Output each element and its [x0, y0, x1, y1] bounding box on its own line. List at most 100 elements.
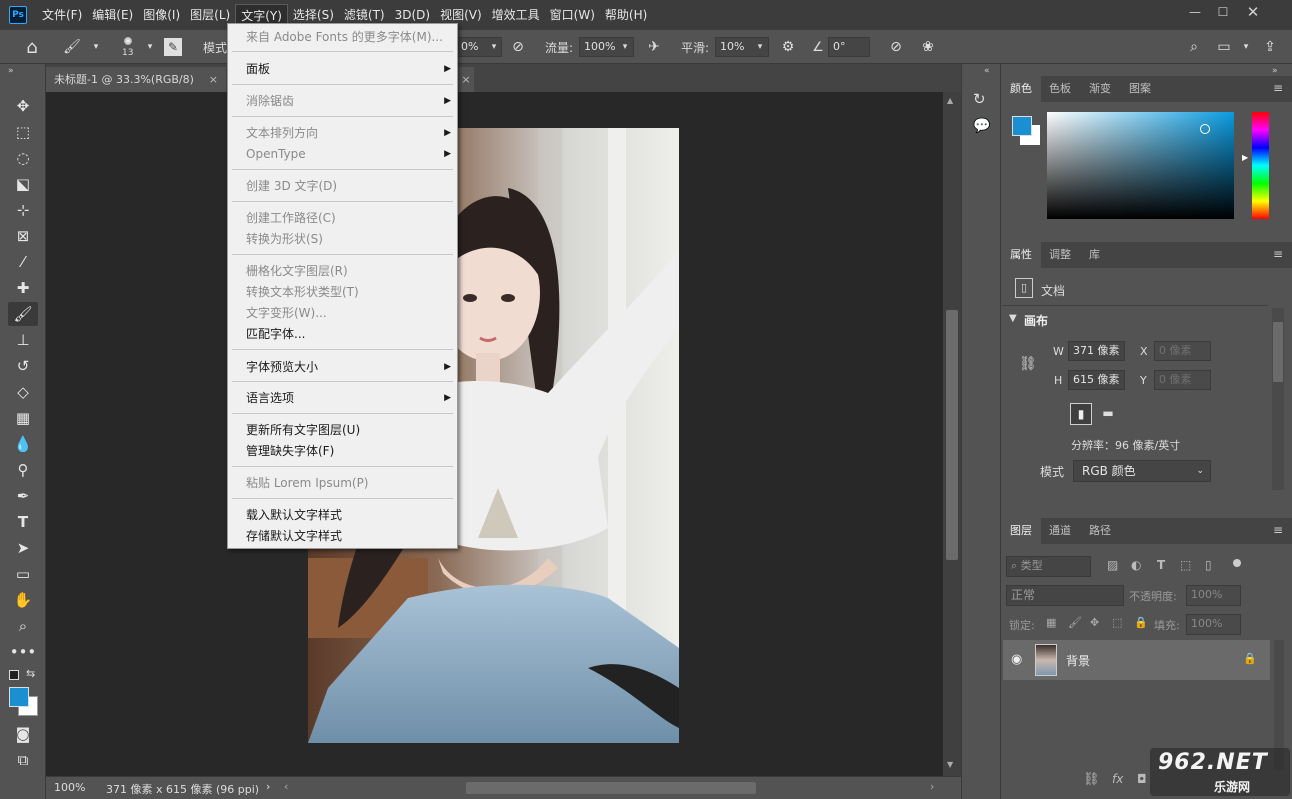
scroll-down-icon[interactable]: ▼	[947, 760, 953, 769]
quick-mask-icon[interactable]: ◙	[8, 722, 38, 746]
hue-slider-marker[interactable]: ▶	[1242, 153, 1248, 162]
chevron-down-icon[interactable]: ▾	[86, 37, 106, 57]
pressure-opacity-icon[interactable]: ⊘	[508, 37, 528, 57]
color-field[interactable]	[1047, 112, 1234, 219]
menu-item-create-3d[interactable]: 创建 3D 文字(D)	[228, 176, 457, 196]
minimize-icon[interactable]: —	[1182, 3, 1208, 21]
home-icon[interactable]: ⌂	[22, 37, 42, 58]
symmetry-icon[interactable]: ❀	[918, 37, 938, 57]
tab-paths[interactable]: 路径	[1080, 518, 1120, 544]
menu-edit[interactable]: 编辑(E)	[87, 4, 138, 26]
chevron-down-icon[interactable]: ▾	[486, 38, 502, 56]
more-tools-icon[interactable]: •••	[8, 640, 38, 664]
brush-tool-icon[interactable]: 🖌	[8, 302, 38, 326]
crop-tool-icon[interactable]: ⊹	[8, 198, 38, 222]
eraser-tool-icon[interactable]: ◇	[8, 380, 38, 404]
brush-panel-icon[interactable]: ✎	[164, 38, 182, 56]
close-icon[interactable]: ✕	[1240, 3, 1266, 21]
foreground-color-swatch[interactable]	[9, 687, 29, 707]
scroll-right-icon[interactable]: ›	[930, 780, 934, 793]
panel-menu-icon[interactable]: ≡	[1273, 81, 1283, 95]
menu-item-language[interactable]: 语言选项 ▶	[228, 388, 457, 408]
lock-pixels-icon[interactable]: 🖌	[1068, 616, 1082, 629]
properties-scrollbar[interactable]	[1272, 308, 1284, 490]
lock-artboard-icon[interactable]: ⬚	[1112, 616, 1122, 629]
collapse-icon[interactable]: »	[8, 66, 14, 76]
move-tool-icon[interactable]: ✥	[8, 94, 38, 118]
tab-patterns[interactable]: 图案	[1120, 76, 1160, 102]
document-info[interactable]: 371 像素 x 615 像素 (96 ppi)	[106, 781, 259, 797]
menu-plugins[interactable]: 增效工具	[487, 4, 545, 26]
filter-adjustment-icon[interactable]: ◐	[1131, 558, 1141, 572]
panel-menu-icon[interactable]: ≡	[1273, 247, 1283, 261]
healing-brush-tool-icon[interactable]: ✚	[8, 276, 38, 300]
airbrush-icon[interactable]: ✈	[644, 37, 664, 57]
blend-mode-select[interactable]: 正常	[1006, 585, 1124, 606]
menu-item-save-default-style[interactable]: 存储默认文字样式	[228, 526, 457, 546]
menu-item-convert-text-type[interactable]: 转换文本形状类型(T)	[228, 282, 457, 302]
tab-libraries[interactable]: 库	[1080, 242, 1109, 268]
tab-properties[interactable]: 属性	[1001, 242, 1041, 268]
type-tool-icon[interactable]: T	[8, 510, 38, 534]
tab-swatches[interactable]: 色板	[1040, 76, 1080, 102]
add-mask-icon[interactable]: ◘	[1137, 772, 1147, 786]
layer-opacity-field[interactable]: 100%	[1186, 585, 1241, 606]
layer-filter-select[interactable]: ⌕ 类型	[1006, 556, 1091, 577]
filter-pixel-icon[interactable]: ▨	[1107, 558, 1118, 572]
clone-stamp-tool-icon[interactable]: ⊥	[8, 328, 38, 352]
scrollbar-thumb[interactable]	[946, 310, 958, 560]
canvas-vertical-scrollbar[interactable]: ▲ ▼	[943, 92, 961, 776]
frame-tool-icon[interactable]: ⊠	[8, 224, 38, 248]
menu-item-create-path[interactable]: 创建工作路径(C)	[228, 208, 457, 228]
menu-item-warp-text[interactable]: 文字变形(W)...	[228, 303, 457, 323]
tab-color[interactable]: 颜色	[1001, 76, 1041, 102]
menu-file[interactable]: 文件(F)	[37, 4, 87, 26]
menu-item-convert-shape[interactable]: 转换为形状(S)	[228, 229, 457, 249]
menu-help[interactable]: 帮助(H)	[600, 4, 652, 26]
zoom-tool-icon[interactable]: ⌕	[8, 614, 38, 638]
search-icon[interactable]: ⌕	[1184, 37, 1204, 57]
menu-window[interactable]: 窗口(W)	[545, 4, 600, 26]
width-field[interactable]: 371 像素	[1068, 341, 1125, 361]
chevron-right-icon[interactable]: ›	[266, 780, 270, 793]
visibility-eye-icon[interactable]: ◉	[1011, 652, 1022, 667]
dodge-tool-icon[interactable]: ⚲	[8, 458, 38, 482]
layer-row[interactable]: ◉ 背景 🔒	[1003, 640, 1270, 680]
fx-icon[interactable]: fx	[1112, 772, 1123, 786]
menu-item-lorem-ipsum[interactable]: 粘贴 Lorem Ipsum(P)	[228, 473, 457, 493]
swap-colors-icon[interactable]: ⇆	[26, 667, 35, 680]
color-mode-select[interactable]: RGB 颜色 ⌄	[1073, 460, 1211, 482]
default-colors-icon[interactable]	[9, 670, 19, 680]
object-select-tool-icon[interactable]: ⬕	[8, 172, 38, 196]
lock-transparent-icon[interactable]: ▦	[1046, 616, 1056, 629]
screen-mode-icon[interactable]: ⧉	[8, 748, 38, 772]
layer-name[interactable]: 背景	[1066, 652, 1090, 669]
eyedropper-tool-icon[interactable]: ⁄	[8, 250, 38, 274]
comments-icon[interactable]: 💬	[973, 118, 990, 134]
menu-image[interactable]: 图像(I)	[138, 4, 185, 26]
blur-tool-icon[interactable]: 💧	[8, 432, 38, 456]
filter-toggle-icon[interactable]	[1233, 559, 1241, 567]
lock-position-icon[interactable]: ✥	[1090, 616, 1099, 629]
color-picker-ring[interactable]	[1200, 124, 1210, 134]
history-brush-tool-icon[interactable]: ↺	[8, 354, 38, 378]
chevron-down-icon[interactable]: ▾	[140, 37, 160, 57]
filter-shape-icon[interactable]: ⬚	[1180, 558, 1191, 572]
brush-preset-picker[interactable]: 13	[118, 35, 138, 59]
gear-icon[interactable]: ⚙	[778, 37, 798, 57]
hand-tool-icon[interactable]: ✋	[8, 588, 38, 612]
gradient-tool-icon[interactable]: ▦	[8, 406, 38, 430]
pressure-size-icon[interactable]: ⊘	[886, 37, 906, 57]
scrollbar-thumb[interactable]	[1273, 322, 1283, 382]
landscape-orientation-icon[interactable]: ▬	[1097, 403, 1119, 425]
tab-adjustments[interactable]: 调整	[1040, 242, 1080, 268]
layer-fill-field[interactable]: 100%	[1186, 614, 1241, 635]
workspace-icon[interactable]: ▭	[1214, 37, 1234, 57]
panel-menu-icon[interactable]: ≡	[1273, 523, 1283, 537]
menu-item-preview-size[interactable]: 字体预览大小 ▶	[228, 357, 457, 377]
x-field[interactable]: 0 像素	[1154, 341, 1211, 361]
document-tab-close-area[interactable]: ×	[458, 67, 474, 92]
portrait-orientation-icon[interactable]: ▮	[1070, 403, 1092, 425]
menu-item-update-layers[interactable]: 更新所有文字图层(U)	[228, 420, 457, 440]
path-select-tool-icon[interactable]: ➤	[8, 536, 38, 560]
